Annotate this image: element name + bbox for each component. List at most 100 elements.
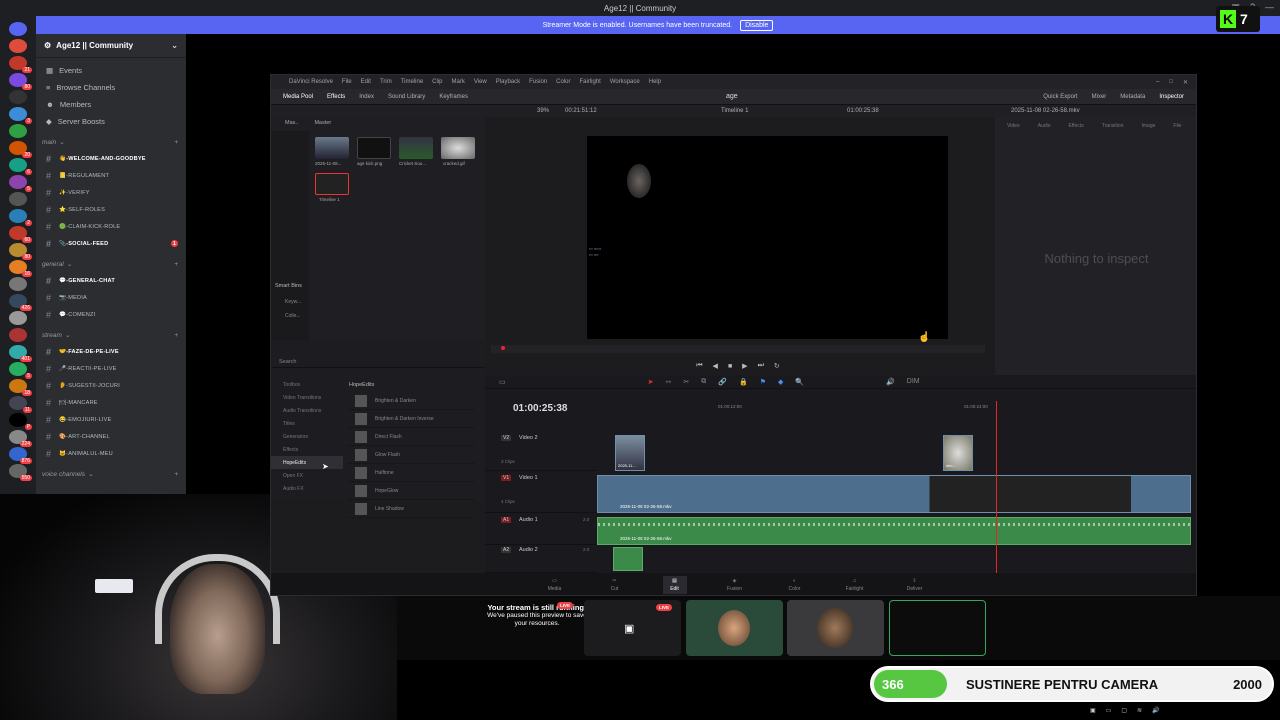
snap-icon[interactable]: ⧉: [701, 378, 706, 386]
track-header-v1[interactable]: V1 Video 1 4 Clips: [485, 473, 597, 513]
scrub-playhead[interactable]: [501, 346, 505, 350]
server-icon[interactable]: 876: [9, 447, 32, 464]
server-icon[interactable]: [9, 277, 27, 291]
add-channel-icon[interactable]: +: [174, 139, 178, 146]
maximize-icon[interactable]: □: [1169, 79, 1173, 86]
inspector-subtab[interactable]: Image: [1141, 123, 1155, 129]
select-tool-icon[interactable]: ➤: [648, 378, 654, 386]
server-icon[interactable]: 16: [9, 260, 32, 277]
server-icon[interactable]: P: [9, 413, 32, 430]
server-icon[interactable]: 80: [9, 73, 32, 90]
server-icon[interactable]: 6: [9, 158, 32, 175]
menu-item[interactable]: Fairlight: [579, 79, 600, 85]
effects-tree-item[interactable]: Audio Transitions: [271, 404, 343, 417]
minimize-icon[interactable]: –: [1156, 79, 1159, 86]
channel-item[interactable]: # 🎤-reactii-pe-live: [36, 360, 186, 377]
zoom-level[interactable]: 39%: [537, 108, 549, 114]
a2-clip[interactable]: [613, 547, 643, 571]
page-tab-cut[interactable]: ✂ Cut: [603, 578, 627, 592]
media-clip-thumb[interactable]: [399, 137, 433, 159]
participant-tile[interactable]: [686, 600, 783, 656]
participant-tile[interactable]: [787, 600, 884, 656]
disable-streamer-mode-button[interactable]: Disable: [740, 19, 774, 31]
channel-item[interactable]: # 👋-welcome-and-goodbye: [36, 150, 186, 167]
effects-search-input[interactable]: Search: [271, 356, 485, 368]
inspector-subtab[interactable]: Effects: [1069, 123, 1084, 129]
server-icon[interactable]: 5: [9, 175, 32, 192]
page-tab-fusion[interactable]: ◈ Fusion: [723, 578, 747, 592]
channel-item[interactable]: # 🎨-art-channel: [36, 428, 186, 445]
server-icon[interactable]: [9, 328, 27, 342]
inspector-subtab[interactable]: Video: [1007, 123, 1020, 129]
channel-item[interactable]: # ⭐-self-roles: [36, 201, 186, 218]
server-icon[interactable]: 3: [9, 107, 32, 124]
server-icon[interactable]: [9, 311, 27, 325]
menu-item[interactable]: DaVinci Resolve: [289, 79, 333, 85]
server-icon[interactable]: [9, 39, 27, 53]
effect-item[interactable]: Line Shadow: [347, 500, 475, 518]
channel-item[interactable]: # 👂-sugestii-jocuri: [36, 377, 186, 394]
nav-events[interactable]: ▦ Events: [36, 62, 186, 79]
media-clip-thumb[interactable]: [315, 137, 349, 159]
skip-start-icon[interactable]: ⏮: [696, 362, 702, 370]
play-icon[interactable]: ▶: [742, 362, 747, 370]
quick-export-tab[interactable]: Quick Export: [1043, 94, 1077, 100]
effects-tree-item[interactable]: Generators: [271, 430, 343, 443]
channel-item[interactable]: # 🟢-claim-kick-role: [36, 218, 186, 235]
layout-icon[interactable]: ▭: [499, 378, 506, 386]
smart-bin-item[interactable]: Colle...: [285, 313, 301, 319]
page-tab-media[interactable]: ▭ Media: [543, 578, 567, 592]
menu-item[interactable]: Trim: [380, 79, 392, 85]
tray-icon[interactable]: ▭: [1106, 707, 1112, 714]
timeline-clip-thumb[interactable]: [315, 173, 349, 195]
server-icon[interactable]: 224: [9, 430, 32, 447]
channel-item[interactable]: # 📷-media: [36, 289, 186, 306]
category-general[interactable]: general ⌄ +: [36, 256, 186, 272]
bin-tab[interactable]: Mas..: [285, 120, 298, 126]
media-clip-thumb[interactable]: [441, 137, 475, 159]
effect-item[interactable]: Halftone: [347, 464, 475, 482]
participant-tile-speaking[interactable]: [889, 600, 986, 656]
discord-home-icon[interactable]: [9, 22, 27, 36]
index-tab[interactable]: Index: [359, 94, 374, 100]
effect-item[interactable]: HopeGlow: [347, 482, 475, 500]
inspector-tab[interactable]: Inspector: [1159, 94, 1184, 100]
media-pool-tab[interactable]: Media Pool: [283, 94, 313, 100]
lock-icon[interactable]: 🔒: [739, 378, 748, 386]
track-header-a1[interactable]: A1 Audio 1 2.0: [485, 515, 597, 545]
category-main[interactable]: main ⌄ +: [36, 134, 186, 150]
add-channel-icon[interactable]: +: [174, 471, 178, 478]
volume-icon[interactable]: 🔊: [1152, 707, 1159, 714]
track-header-a2[interactable]: A2 Audio 2 2.0: [485, 545, 597, 573]
a1-clip[interactable]: 2025-11-08 02-26-58.mkv: [597, 517, 1191, 545]
effects-tree-item[interactable]: Effects: [271, 443, 343, 456]
server-icon[interactable]: 426: [9, 294, 32, 311]
category-voice[interactable]: voice channels ⌄ +: [36, 466, 186, 482]
v2-clip[interactable]: sho...: [943, 435, 973, 471]
effects-tree-item[interactable]: Audio FX: [271, 482, 343, 495]
menu-item[interactable]: Clip: [432, 79, 442, 85]
inspector-subtab[interactable]: Audio: [1038, 123, 1051, 129]
mixer-tab[interactable]: Mixer: [1092, 94, 1107, 100]
server-icon[interactable]: [9, 192, 27, 206]
server-icon[interactable]: 5: [9, 362, 32, 379]
server-icon[interactable]: 60: [9, 226, 32, 243]
stop-icon[interactable]: ■: [728, 363, 732, 370]
inspector-subtab[interactable]: File: [1173, 123, 1181, 129]
menu-item[interactable]: Workspace: [610, 79, 640, 85]
menu-item[interactable]: Edit: [361, 79, 371, 85]
server-icon[interactable]: 2: [9, 209, 32, 226]
zoom-icon[interactable]: 🔍: [795, 378, 804, 386]
server-icon[interactable]: 21: [9, 56, 32, 73]
effect-item[interactable]: Brighten & Darken: [347, 392, 475, 410]
flag-icon[interactable]: ⚑: [760, 378, 766, 386]
effect-item[interactable]: Direct Flash: [347, 428, 475, 446]
menu-item[interactable]: Playback: [496, 79, 520, 85]
tray-icon[interactable]: ▢: [1121, 707, 1127, 714]
step-back-icon[interactable]: ◀: [713, 362, 718, 370]
effect-item[interactable]: Glow Flash: [347, 446, 475, 464]
nav-browse-channels[interactable]: ≡ Browse Channels: [36, 79, 186, 96]
effects-tree-item[interactable]: Open FX: [271, 469, 343, 482]
effects-tab[interactable]: Effects: [327, 94, 345, 100]
metadata-tab[interactable]: Metadata: [1120, 94, 1145, 100]
